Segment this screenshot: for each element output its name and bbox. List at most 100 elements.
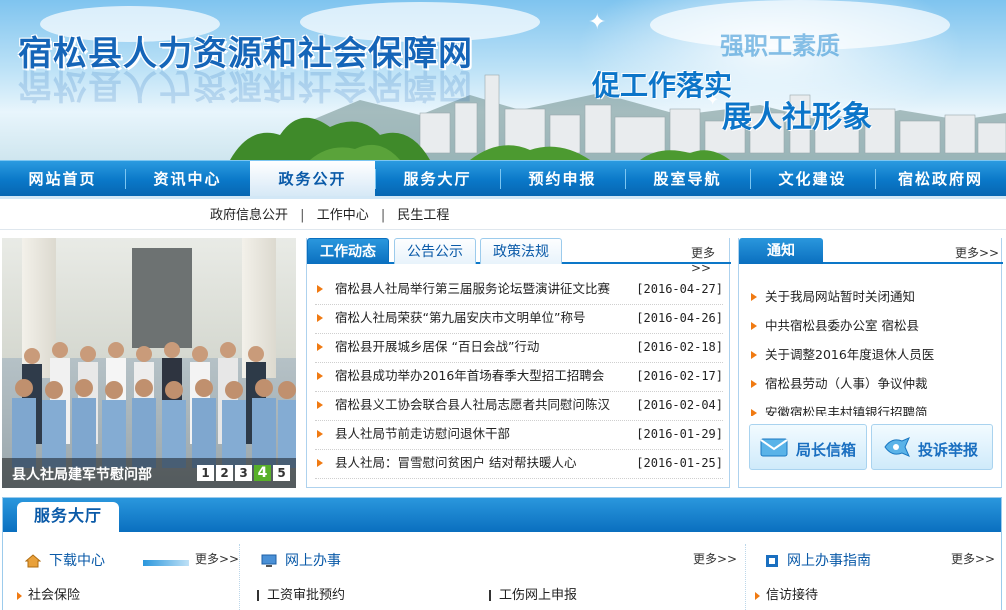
news-item[interactable]: 宿松县成功举办2016年首场春季大型招工招聘会 [2016-02-17] — [315, 363, 723, 392]
sparkle-icon: ✦ — [588, 10, 607, 35]
nav-item-gov-affairs[interactable]: 政务公开 — [250, 161, 375, 197]
tab-announcements[interactable]: 公告公示 — [394, 238, 476, 264]
slide-pager: 12345 — [195, 465, 290, 481]
notice-item[interactable]: 关于调整2016年度退休人员医 — [749, 340, 993, 369]
news-title[interactable]: 宿松人社局荣获“第九届安庆市文明单位”称号 — [335, 305, 585, 331]
news-list: 宿松县人社局举行第三届服务论坛暨演讲征文比赛 [2016-04-27] 宿松人社局… — [315, 276, 723, 479]
main-nav: 网站首页 资讯中心 政务公开 服务大厅 预约申报 股室导航 文化建设 宿松政府网 — [0, 160, 1006, 197]
slide-page-4-active[interactable]: 4 — [254, 465, 271, 481]
slide-page-5[interactable]: 5 — [273, 465, 290, 481]
header-banner: 宿松县人力资源和社会保障网 宿松县人力资源和社会保障网 强职工素质 促工作落实 … — [0, 0, 1006, 160]
subnav-item-livelihood[interactable]: 民生工程 — [397, 208, 449, 223]
news-title[interactable]: 宿松县成功举办2016年首场春季大型招工招聘会 — [335, 363, 604, 389]
group-photo-image — [12, 342, 296, 468]
subnav-item-work-center[interactable]: 工作中心 — [317, 208, 369, 223]
notice-item[interactable]: 安徽宿松民丰村镇银行招聘简 — [749, 398, 993, 416]
list-item[interactable]: 工资审批预约 — [257, 584, 345, 603]
nav-item-service-hall[interactable]: 服务大厅 — [375, 161, 500, 197]
notice-title[interactable]: 通知 — [739, 238, 823, 264]
arrow-icon — [17, 591, 22, 600]
service-hall-title[interactable]: 服务大厅 — [17, 502, 119, 532]
news-title[interactable]: 县人社局节前走访慰问退休干部 — [335, 421, 510, 447]
square-bullet-icon — [766, 555, 778, 567]
notice-item-title[interactable]: 中共宿松县委办公室 宿松县 — [765, 311, 919, 340]
news-item[interactable]: 宿松县人社局举行第三届服务论坛暨演讲征文比赛 [2016-04-27] — [315, 276, 723, 305]
slide-page-1[interactable]: 1 — [197, 465, 214, 481]
arrow-icon — [317, 401, 323, 409]
nav-item-culture[interactable]: 文化建设 — [750, 161, 875, 197]
notice-item[interactable]: 关于我局网站暂时关闭通知 — [749, 282, 993, 311]
subnav-item-info-disclosure[interactable]: 政府信息公开 — [210, 208, 288, 223]
news-title[interactable]: 宿松县人社局举行第三届服务论坛暨演讲征文比赛 — [335, 276, 610, 302]
news-title[interactable]: 县人社局：冒雪慰问贫困户 结对帮扶暖人心 — [335, 450, 576, 476]
slide-page-2[interactable]: 2 — [216, 465, 233, 481]
service-hall-section: 服务大厅 下载中心 更多>> 社会保险 网上办事 更多>> 工资审批预约 工伤网… — [2, 497, 1002, 610]
subnav-separator: | — [300, 208, 305, 223]
notice-item-title[interactable]: 关于调整2016年度退休人员医 — [765, 340, 934, 369]
notice-item-title[interactable]: 关于我局网站暂时关闭通知 — [765, 282, 915, 311]
nav-item-news[interactable]: 资讯中心 — [125, 161, 250, 197]
arrow-icon — [751, 322, 757, 330]
nav-item-home[interactable]: 网站首页 — [0, 161, 125, 197]
news-more-link[interactable]: 更多>> — [691, 244, 731, 275]
notice-item[interactable]: 中共宿松县委办公室 宿松县 — [749, 311, 993, 340]
complaint-report-label: 投诉举报 — [918, 441, 979, 459]
title-underline — [143, 560, 189, 566]
nav-item-gov-site[interactable]: 宿松政府网 — [875, 161, 1006, 197]
service-guide-title[interactable]: 网上办事指南 — [765, 550, 871, 570]
bar-icon — [489, 590, 491, 601]
news-panel: 工作动态 公告公示 政策法规 更多>> 宿松县人社局举行第三届服务论坛暨演讲征文… — [306, 238, 731, 488]
report-icon — [884, 437, 910, 457]
bar-icon — [257, 590, 259, 601]
tab-policies[interactable]: 政策法规 — [480, 238, 562, 264]
online-service-title[interactable]: 网上办事 — [261, 550, 341, 570]
news-date: [2016-02-04] — [636, 398, 723, 412]
slide-page-3[interactable]: 3 — [235, 465, 252, 481]
download-center-title[interactable]: 下载中心 — [25, 550, 105, 570]
site-title: 宿松县人力资源和社会保障网 — [18, 34, 473, 74]
notice-item[interactable]: 宿松县劳动（人事）争议仲裁 — [749, 369, 993, 398]
online-service-more-link[interactable]: 更多>> — [693, 550, 737, 567]
tab-work-updates[interactable]: 工作动态 — [307, 238, 389, 264]
news-date: [2016-02-18] — [636, 340, 723, 354]
arrow-icon — [317, 285, 323, 293]
news-item[interactable]: 宿松县开展城乡居保 “百日会战”行动 [2016-02-18] — [315, 334, 723, 363]
mail-icon — [760, 438, 788, 457]
notice-item-title[interactable]: 安徽宿松民丰村镇银行招聘简 — [765, 398, 928, 416]
news-title[interactable]: 宿松县开展城乡居保 “百日会战”行动 — [335, 334, 539, 360]
director-mailbox-button[interactable]: 局长信箱 — [749, 424, 867, 470]
arrow-icon — [751, 351, 757, 359]
nav-item-booking[interactable]: 预约申报 — [500, 161, 625, 197]
complaint-report-button[interactable]: 投诉举报 — [871, 424, 993, 470]
column-divider — [745, 544, 746, 610]
nav-item-departments[interactable]: 股室导航 — [625, 161, 750, 197]
arrow-icon — [317, 459, 323, 467]
service-hall-bar: 服务大厅 — [3, 498, 1001, 532]
news-item[interactable]: 县人社局：冒雪慰问贫困户 结对帮扶暖人心 [2016-01-25] — [315, 450, 723, 479]
download-more-link[interactable]: 更多>> — [195, 550, 239, 567]
news-title[interactable]: 宿松县义工协会联合县人社局志愿者共同慰问陈汉 — [335, 392, 610, 418]
notice-more-link[interactable]: 更多>> — [955, 244, 999, 261]
subnav: 政府信息公开 | 工作中心 | 民生工程 — [210, 204, 457, 223]
news-item[interactable]: 宿松人社局荣获“第九届安庆市文明单位”称号 [2016-04-26] — [315, 305, 723, 334]
news-item[interactable]: 宿松县义工协会联合县人社局志愿者共同慰问陈汉 [2016-02-04] — [315, 392, 723, 421]
news-item[interactable]: 县人社局节前走访慰问退休干部 [2016-01-29] — [315, 421, 723, 450]
list-item[interactable]: 工伤网上申报 — [489, 584, 577, 603]
service-guide-more-link[interactable]: 更多>> — [951, 550, 995, 567]
notice-item-title[interactable]: 宿松县劳动（人事）争议仲裁 — [765, 369, 928, 398]
arrow-icon — [317, 314, 323, 322]
notice-header: 通知 更多>> — [739, 238, 1003, 264]
sparkle-icon: ✦ — [706, 90, 720, 109]
slide-caption[interactable]: 县人社局建军节慰问部 — [12, 464, 152, 484]
news-date: [2016-01-25] — [636, 456, 723, 470]
arrow-icon — [751, 409, 757, 416]
list-item-label: 工资审批预约 — [267, 588, 346, 603]
slogan-top: 强职工素质 — [720, 32, 840, 60]
photo-slider[interactable]: 县人社局建军节慰问部 12345 — [2, 238, 296, 488]
list-item[interactable]: 信访接待 — [755, 584, 818, 603]
download-center-label: 下载中心 — [49, 553, 105, 569]
arrow-icon — [751, 380, 757, 388]
arrow-icon — [755, 591, 760, 600]
news-date: [2016-02-17] — [636, 369, 723, 383]
list-item[interactable]: 社会保险 — [17, 584, 80, 603]
